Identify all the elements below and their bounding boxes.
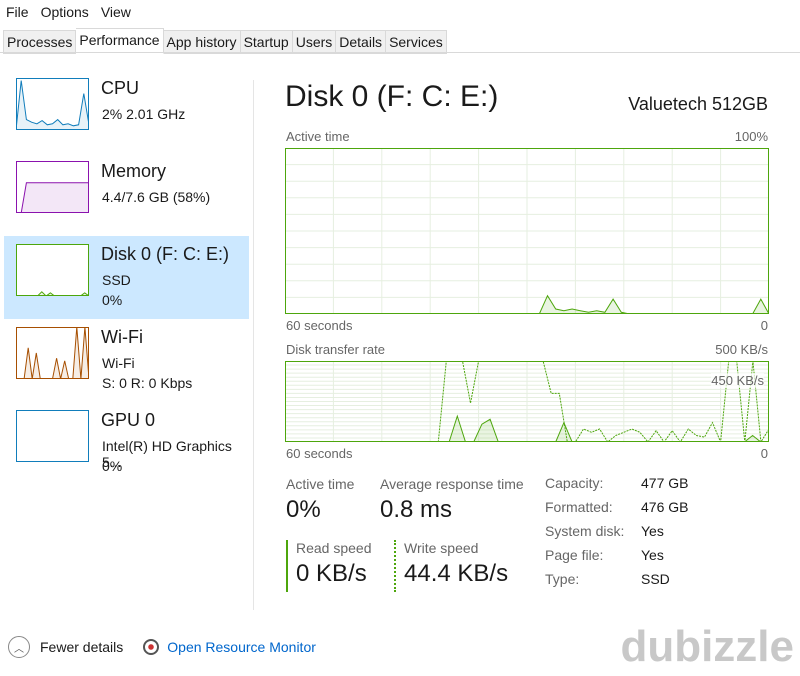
axis-zero: 0 [760, 318, 768, 333]
stat-label: Active time [286, 476, 355, 492]
property-row: Formatted: 476 GB [545, 499, 688, 523]
sidebar-item-disk[interactable]: Disk 0 (F: C: E:) SSD 0% [4, 236, 249, 319]
sidebar-item-cpu[interactable]: CPU 2% 2.01 GHz [4, 70, 249, 153]
property-label: Type: [545, 571, 580, 587]
property-row: Capacity: 477 GB [545, 475, 688, 499]
transfer-rate-chart [285, 361, 769, 442]
tab-processes[interactable]: Processes [3, 30, 77, 54]
stat-label: Write speed [404, 540, 479, 556]
response-time-stat: Average response time 0.8 ms [380, 476, 524, 524]
property-row: Page file: Yes [545, 547, 688, 571]
property-label: Formatted: [545, 499, 613, 515]
sparkline-chart [16, 327, 89, 379]
axis-zero: 0 [760, 446, 768, 461]
footer: ︿ Fewer details Open Resource Monitor [8, 636, 316, 658]
property-value: 477 GB [641, 475, 689, 491]
stat-label: Average response time [380, 476, 524, 492]
stat-value: 44.4 KB/s [404, 560, 509, 587]
transfer-rate-mid: 450 KB/s [711, 373, 764, 388]
menu-file[interactable]: File [6, 4, 29, 20]
active-time-max: 100% [734, 129, 768, 144]
sparkline-chart [16, 78, 89, 130]
fewer-details-button[interactable]: Fewer details [40, 639, 123, 655]
sidebar-item-memory[interactable]: Memory 4.4/7.6 GB (58%) [4, 153, 249, 236]
active-time-stat: Active time 0% [286, 476, 354, 524]
property-value: Yes [641, 523, 664, 539]
sidebar-item-detail: Intel(R) HD Graphics 5... [102, 438, 232, 470]
sidebar-item-title: Memory [101, 161, 167, 181]
tab-startup[interactable]: Startup [240, 30, 293, 54]
sidebar-item-detail: S: 0 R: 0 Kbps [102, 375, 193, 391]
sidebar-item-detail: Wi-Fi [102, 355, 135, 371]
sidebar-item-title: CPU [101, 78, 140, 98]
sidebar-item-detail: 0% [102, 458, 123, 474]
sidebar-item-detail: 2% 2.01 GHz [102, 106, 186, 122]
open-resource-monitor-link[interactable]: Open Resource Monitor [167, 639, 316, 655]
divider [0, 52, 800, 53]
property-value: Yes [641, 547, 664, 563]
disk-model: Valuetech 512GB [628, 94, 768, 114]
property-row: Type: SSD [545, 571, 688, 595]
active-time-chart [285, 148, 769, 314]
sparkline-chart [16, 161, 89, 213]
property-row: System disk: Yes [545, 523, 688, 547]
property-label: Page file: [545, 547, 604, 563]
time-label: 60 seconds [286, 446, 353, 461]
write-speed-stat: Write speed 44.4 KB/s [394, 540, 508, 592]
sparkline [16, 182, 89, 213]
tab-details[interactable]: Details [336, 30, 387, 54]
sidebar-item-title: Wi-Fi [101, 327, 143, 347]
stat-value: 0% [286, 496, 321, 523]
sidebar-item-title: GPU 0 [101, 410, 156, 430]
stat-value: 0 KB/s [296, 560, 367, 587]
transfer-rate-label: Disk transfer rate [286, 342, 385, 357]
menu-bar: File Options View [6, 4, 131, 20]
tab-performance[interactable]: Performance [76, 28, 164, 54]
sidebar-item-wi-fi[interactable]: Wi-Fi Wi-Fi S: 0 R: 0 Kbps [4, 319, 249, 402]
sidebar-item-detail: SSD [102, 272, 131, 288]
resource-monitor-icon [143, 639, 160, 655]
tab-services[interactable]: Services [386, 30, 447, 54]
sidebar-item-detail: 0% [102, 292, 123, 308]
sparkline-chart [16, 410, 89, 462]
disk-properties: Capacity: 477 GB Formatted: 476 GB System di… [545, 475, 688, 595]
stat-value: 0.8 ms [380, 496, 453, 523]
chevron-up-icon[interactable]: ︿ [8, 636, 30, 658]
divider [253, 80, 254, 610]
page-title: Disk 0 (F: C: E:) [285, 80, 499, 113]
watermark-logo: dubizzle [620, 622, 794, 671]
menu-view[interactable]: View [101, 4, 131, 20]
active-time-label: Active time [286, 129, 350, 144]
read-speed-stat: Read speed 0 KB/s [286, 540, 372, 592]
sparkline-chart [16, 244, 89, 296]
property-label: Capacity: [545, 475, 604, 491]
time-label: 60 seconds [286, 318, 353, 333]
transfer-rate-max: 500 KB/s [715, 342, 768, 357]
tab-bar: Processes Performance App history Startup Us… [3, 28, 447, 54]
property-value: SSD [641, 571, 670, 587]
sidebar: CPU 2% 2.01 GHz Memory 4.4/7.6 GB (58%) Disk… [4, 70, 249, 485]
sidebar-item-gpu[interactable]: GPU 0 Intel(R) HD Graphics 5... 0% [4, 402, 249, 485]
tab-app-history[interactable]: App history [163, 30, 241, 54]
menu-options[interactable]: Options [41, 4, 89, 20]
property-label: System disk: [545, 523, 625, 539]
tab-users[interactable]: Users [292, 30, 337, 54]
stat-label: Read speed [296, 540, 372, 556]
sidebar-item-title: Disk 0 (F: C: E:) [101, 244, 230, 264]
sidebar-item-detail: 4.4/7.6 GB (58%) [102, 189, 211, 205]
property-value: 476 GB [641, 499, 689, 515]
